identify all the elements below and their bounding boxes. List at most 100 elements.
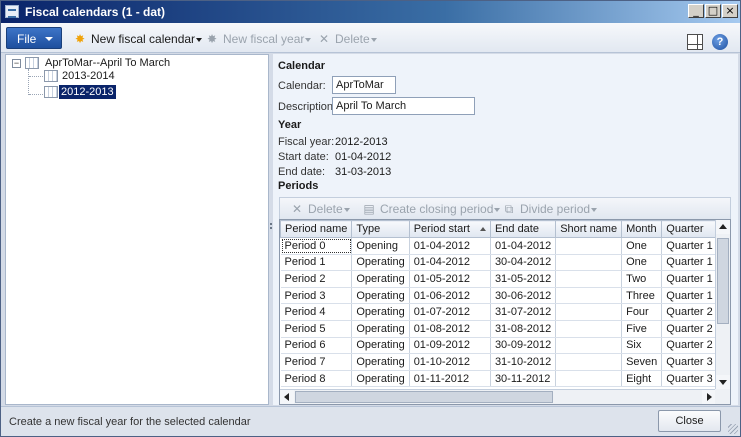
column-header-period-name[interactable]: Period name — [280, 220, 353, 238]
cell-type[interactable]: Operating — [351, 353, 410, 371]
description-field[interactable]: April To March — [332, 97, 475, 115]
scroll-down-icon[interactable] — [716, 375, 730, 389]
column-header-type[interactable]: Type — [351, 220, 410, 238]
table-row[interactable]: Period 6 Operating 01-09-2012 30-09-2012 Six… — [280, 337, 730, 355]
cell-period-start[interactable]: 01-05-2012 — [409, 270, 491, 288]
divide-period-button[interactable]: ⧉ Divide period — [502, 202, 598, 217]
cell-quarter[interactable]: Quarter 1 — [661, 254, 718, 272]
cell-short-name[interactable] — [555, 237, 623, 255]
cell-month[interactable]: One — [621, 237, 663, 255]
cell-period-start[interactable]: 01-10-2012 — [409, 353, 491, 371]
create-closing-period-button[interactable]: ▤ Create closing period — [362, 202, 501, 216]
table-row[interactable]: Period 0 Opening 01-04-2012 01-04-2012 One Qu… — [280, 237, 730, 255]
close-button[interactable]: Close — [658, 410, 721, 432]
cell-period-name[interactable]: Period 6 — [280, 337, 353, 355]
help-icon[interactable]: ? — [712, 34, 728, 50]
cell-period-name[interactable]: Period 3 — [280, 287, 353, 305]
cell-month[interactable]: Two — [621, 270, 663, 288]
cell-period-start[interactable]: 01-04-2012 — [409, 254, 491, 272]
cell-period-start[interactable]: 01-04-2012 — [409, 237, 491, 255]
column-header-short-name[interactable]: Short name — [555, 220, 623, 238]
cell-short-name[interactable] — [555, 287, 623, 305]
table-row[interactable]: Period 8 Operating 01-11-2012 30-11-2012 Eig… — [280, 370, 730, 388]
cell-end-date[interactable]: 01-04-2012 — [490, 237, 557, 255]
cell-end-date[interactable]: 30-11-2012 — [490, 370, 557, 388]
minimize-button[interactable]: _ — [688, 4, 704, 18]
cell-quarter[interactable]: Quarter 2 — [661, 303, 718, 321]
cell-type[interactable]: Operating — [351, 254, 410, 272]
tree-item-2013-2014[interactable]: 2013-2014 — [60, 69, 117, 83]
cell-month[interactable]: Seven — [621, 353, 663, 371]
cell-period-name[interactable]: Period 7 — [280, 353, 353, 371]
column-header-period-start[interactable]: Period start — [408, 220, 491, 238]
scroll-thumb[interactable] — [295, 391, 553, 403]
cell-month[interactable]: Eight — [621, 370, 663, 388]
cell-period-name[interactable]: Period 5 — [280, 320, 353, 338]
cell-month[interactable]: Three — [621, 287, 663, 305]
cell-period-start[interactable]: 01-07-2012 — [409, 303, 491, 321]
column-header-end-date[interactable]: End date — [489, 220, 557, 238]
tree-item-2012-2013[interactable]: 2012-2013 — [59, 85, 116, 99]
cell-short-name[interactable] — [555, 337, 623, 355]
cell-end-date[interactable]: 31-10-2012 — [490, 353, 557, 371]
cell-end-date[interactable]: 30-09-2012 — [490, 337, 557, 355]
scroll-thumb[interactable] — [717, 238, 729, 324]
cell-type[interactable]: Operating — [351, 370, 410, 388]
cell-type[interactable]: Operating — [351, 303, 410, 321]
close-window-button[interactable]: × — [722, 4, 738, 18]
cell-quarter[interactable]: Quarter 3 — [661, 353, 718, 371]
new-fiscal-calendar-button[interactable]: ✸ New fiscal calendar — [73, 32, 203, 46]
cell-short-name[interactable] — [555, 370, 623, 388]
table-row[interactable]: Period 5 Operating 01-08-2012 31-08-2012 Fiv… — [280, 320, 730, 338]
scroll-right-icon[interactable] — [702, 390, 716, 404]
vertical-scrollbar[interactable] — [715, 220, 730, 389]
table-row[interactable]: Period 3 Operating 01-06-2012 30-06-2012 Thr… — [280, 287, 730, 305]
cell-quarter[interactable]: Quarter 2 — [661, 337, 718, 355]
cell-end-date[interactable]: 31-07-2012 — [490, 303, 557, 321]
resize-grip-icon[interactable] — [728, 424, 738, 434]
cell-type[interactable]: Operating — [351, 270, 410, 288]
period-delete-button[interactable]: ✕ Delete — [290, 202, 350, 216]
cell-month[interactable]: Five — [621, 320, 663, 338]
cell-period-start[interactable]: 01-09-2012 — [409, 337, 491, 355]
maximize-button[interactable]: □ — [705, 4, 721, 18]
cell-short-name[interactable] — [555, 303, 623, 321]
cell-quarter[interactable]: Quarter 2 — [661, 320, 718, 338]
cell-period-name[interactable]: Period 4 — [280, 303, 353, 321]
cell-period-start[interactable]: 01-06-2012 — [409, 287, 491, 305]
cell-period-start[interactable]: 01-08-2012 — [409, 320, 491, 338]
cell-end-date[interactable]: 30-04-2012 — [490, 254, 557, 272]
new-fiscal-year-button[interactable]: ✸ New fiscal year — [205, 32, 312, 46]
cell-end-date[interactable]: 31-08-2012 — [490, 320, 557, 338]
horizontal-scrollbar[interactable] — [280, 389, 716, 404]
scroll-left-icon[interactable] — [280, 390, 294, 404]
layout-icon[interactable] — [687, 34, 703, 50]
cell-type[interactable]: Operating — [351, 320, 410, 338]
cell-end-date[interactable]: 31-05-2012 — [490, 270, 557, 288]
cell-period-name[interactable]: Period 8 — [280, 370, 353, 388]
cell-short-name[interactable] — [555, 254, 623, 272]
cell-type[interactable]: Opening — [351, 237, 410, 255]
cell-quarter[interactable]: Quarter 1 — [661, 237, 718, 255]
cell-period-name[interactable]: Period 0 — [280, 237, 353, 255]
cell-quarter[interactable]: Quarter 1 — [661, 287, 718, 305]
cell-period-name[interactable]: Period 1 — [280, 254, 353, 272]
cell-month[interactable]: Six — [621, 337, 663, 355]
cell-type[interactable]: Operating — [351, 337, 410, 355]
cell-type[interactable]: Operating — [351, 287, 410, 305]
cell-short-name[interactable] — [555, 353, 623, 371]
table-row[interactable]: Period 4 Operating 01-07-2012 31-07-2012 Fou… — [280, 303, 730, 321]
calendar-field[interactable]: AprToMar — [332, 76, 396, 94]
cell-quarter[interactable]: Quarter 1 — [661, 270, 718, 288]
scroll-up-icon[interactable] — [716, 220, 730, 234]
table-row[interactable]: Period 1 Operating 01-04-2012 30-04-2012 One… — [280, 254, 730, 272]
file-menu-button[interactable]: File — [6, 27, 62, 49]
cell-short-name[interactable] — [555, 320, 623, 338]
cell-period-start[interactable]: 01-11-2012 — [409, 370, 491, 388]
cell-short-name[interactable] — [555, 270, 623, 288]
cell-month[interactable]: Four — [621, 303, 663, 321]
tree-item-root[interactable]: AprToMar--April To March — [43, 56, 172, 70]
cell-quarter[interactable]: Quarter 3 — [661, 370, 718, 388]
cell-month[interactable]: One — [621, 254, 663, 272]
collapse-icon[interactable]: − — [12, 59, 21, 68]
